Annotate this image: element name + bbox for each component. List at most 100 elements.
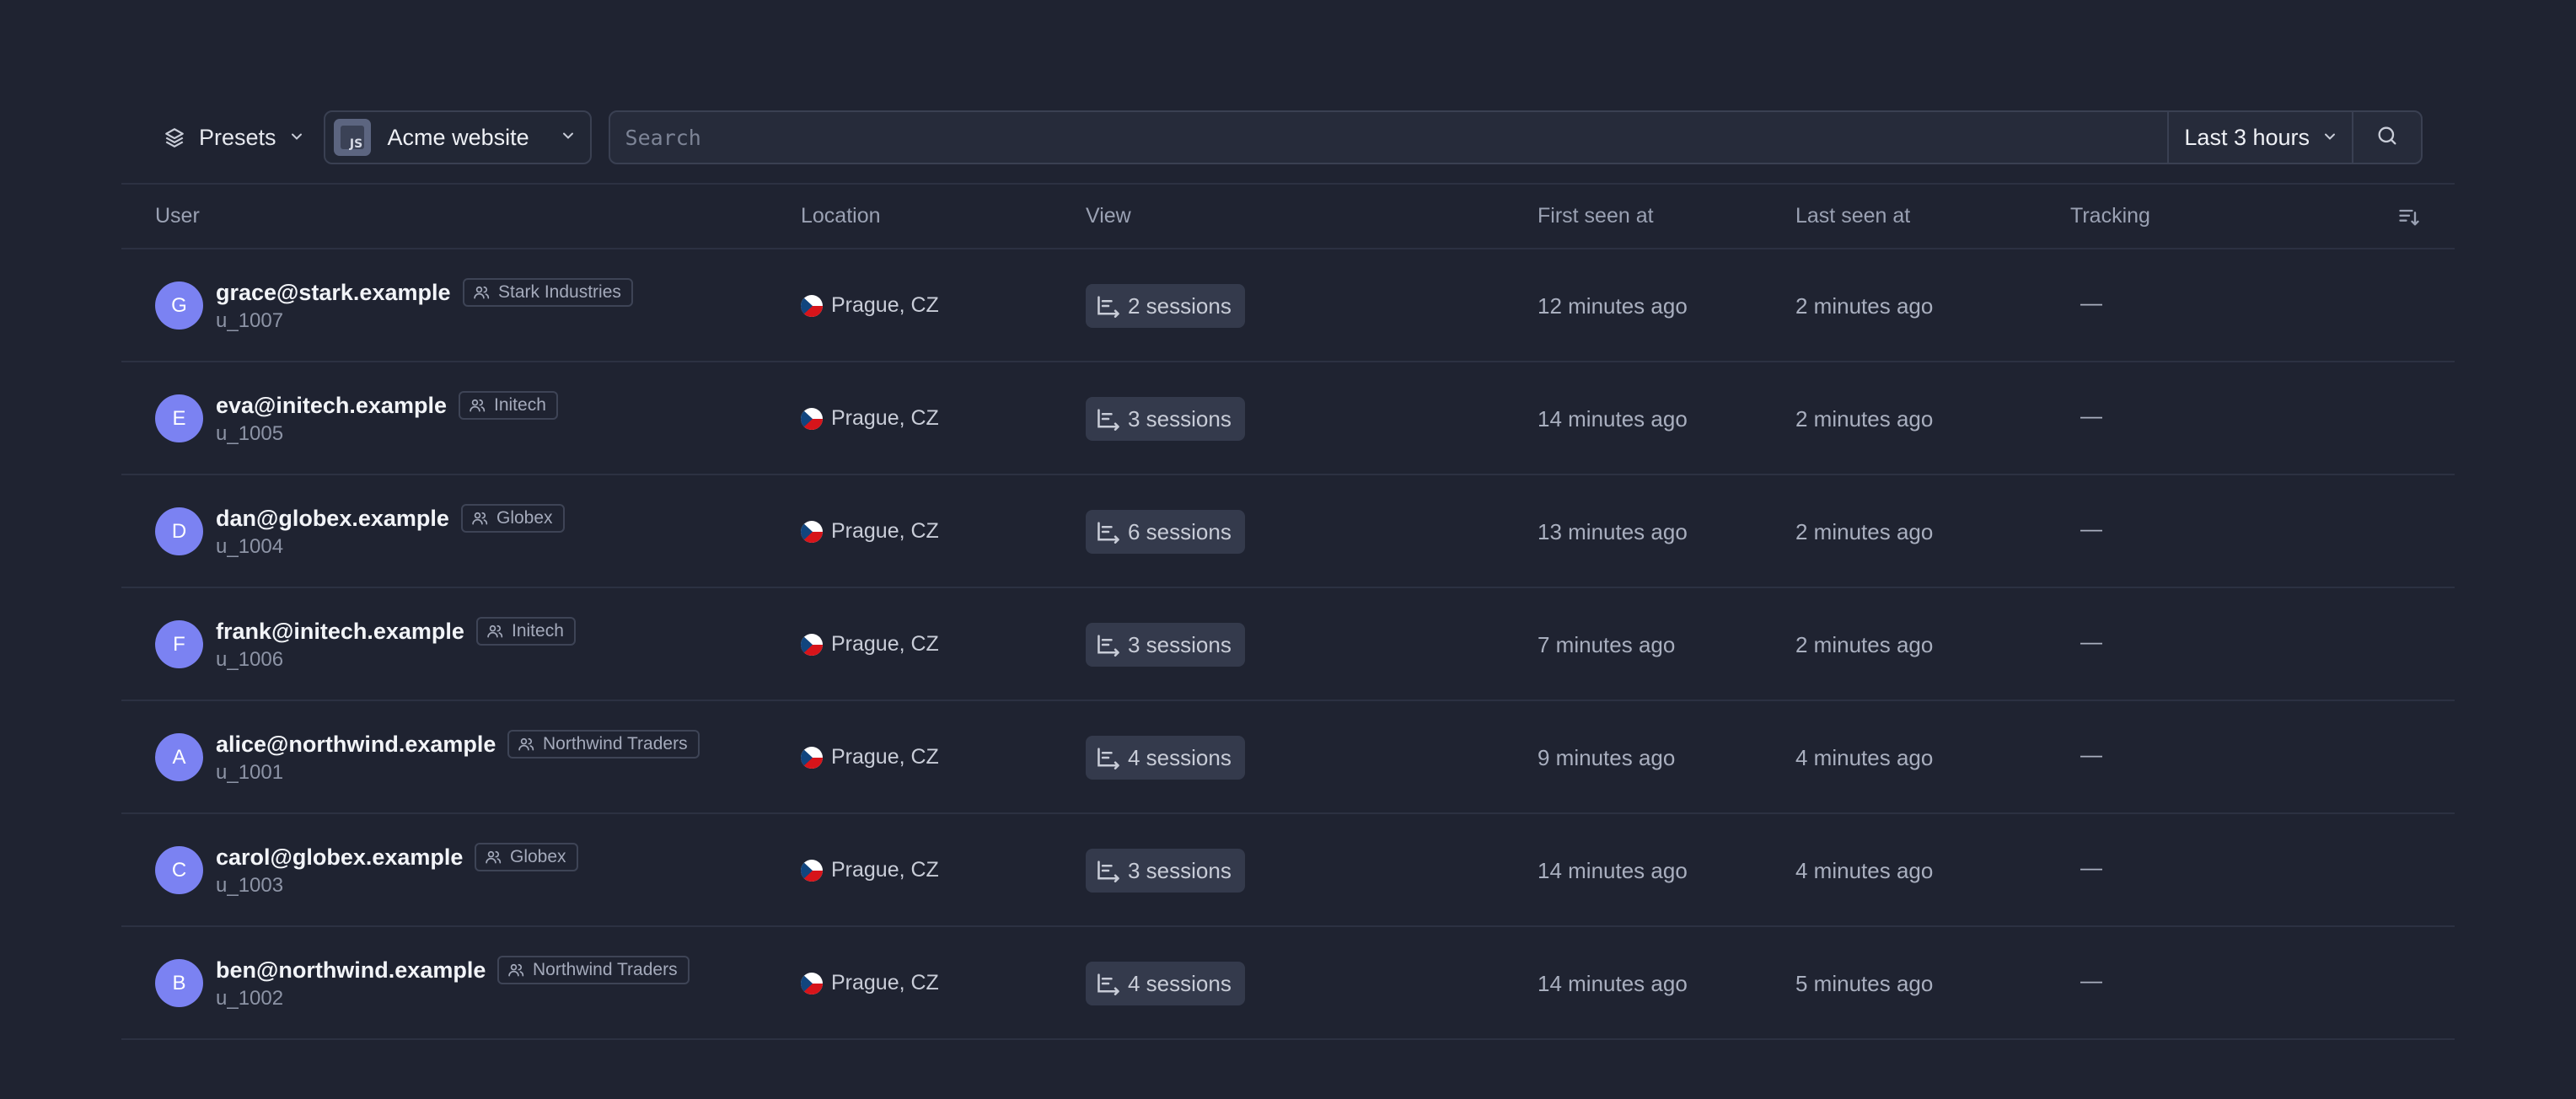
- sessions-count: 4 sessions: [1128, 744, 1232, 770]
- toolbar: Presets JS Acme website Last 3 hours: [152, 110, 2423, 165]
- sessions-icon: [1096, 407, 1121, 431]
- sessions-button[interactable]: 6 sessions: [1086, 510, 1245, 554]
- users-group-icon: [507, 962, 524, 978]
- sessions-icon: [1096, 972, 1121, 995]
- search-button[interactable]: [2352, 112, 2421, 163]
- sort-icon[interactable]: [2397, 205, 2421, 233]
- sessions-button[interactable]: 3 sessions: [1086, 623, 1245, 667]
- first-seen: 12 minutes ago: [1538, 293, 1688, 319]
- sessions-button[interactable]: 3 sessions: [1086, 849, 1245, 893]
- avatar: C: [155, 846, 203, 894]
- sessions-icon: [1096, 294, 1121, 318]
- table-row[interactable]: C carol@globex.example Globex u_1003 Pra…: [121, 814, 2455, 927]
- sessions-button[interactable]: 2 sessions: [1086, 284, 1245, 328]
- column-header-location[interactable]: Location: [801, 204, 881, 228]
- table-row[interactable]: A alice@northwind.example Northwind Trad…: [121, 701, 2455, 814]
- column-header-last-seen[interactable]: Last seen at: [1795, 204, 1910, 228]
- location-text: Prague, CZ: [831, 519, 939, 543]
- column-header-view[interactable]: View: [1086, 204, 1131, 228]
- sessions-button[interactable]: 4 sessions: [1086, 962, 1245, 1005]
- location-text: Prague, CZ: [831, 293, 939, 317]
- table-row[interactable]: F frank@initech.example Initech u_1006 P…: [121, 588, 2455, 701]
- column-header-user[interactable]: User: [155, 204, 200, 228]
- last-seen: 2 minutes ago: [1795, 632, 1934, 657]
- location-text: Prague, CZ: [831, 745, 939, 769]
- sessions-count: 3 sessions: [1128, 631, 1232, 657]
- user-id: u_1007: [216, 309, 284, 332]
- user-email[interactable]: ben@northwind.example: [216, 957, 486, 984]
- sessions-count: 6 sessions: [1128, 518, 1232, 544]
- user-id: u_1004: [216, 535, 284, 558]
- users-group-icon: [485, 849, 502, 866]
- tracking-value: —: [2080, 290, 2102, 315]
- organization-badge[interactable]: Globex: [475, 843, 578, 871]
- avatar-initial: C: [171, 858, 187, 882]
- user-email[interactable]: alice@northwind.example: [216, 732, 496, 758]
- avatar-initial: B: [172, 971, 186, 994]
- organization-badge[interactable]: Northwind Traders: [507, 730, 700, 759]
- user-email[interactable]: frank@initech.example: [216, 619, 464, 645]
- tracking-value: —: [2080, 742, 2102, 767]
- sessions-count: 4 sessions: [1128, 970, 1232, 996]
- location-text: Prague, CZ: [831, 858, 939, 882]
- organization-badge[interactable]: Stark Industries: [463, 278, 633, 307]
- avatar-initial: G: [171, 293, 187, 317]
- sessions-icon: [1096, 633, 1121, 657]
- project-logo-text: JS: [349, 137, 363, 151]
- avatar-initial: F: [173, 632, 185, 656]
- czech-flag-icon: [801, 633, 823, 656]
- user-email[interactable]: grace@stark.example: [216, 280, 451, 306]
- table-row[interactable]: E eva@initech.example Initech u_1005 Pra…: [121, 362, 2455, 475]
- last-seen: 4 minutes ago: [1795, 745, 1934, 770]
- user-id: u_1001: [216, 761, 284, 784]
- sessions-button[interactable]: 4 sessions: [1086, 736, 1245, 780]
- user-email[interactable]: dan@globex.example: [216, 506, 449, 532]
- location: Prague, CZ: [801, 519, 939, 544]
- first-seen: 14 minutes ago: [1538, 406, 1688, 432]
- organization-name: Initech: [512, 621, 564, 641]
- location-text: Prague, CZ: [831, 971, 939, 994]
- user-email[interactable]: carol@globex.example: [216, 844, 463, 871]
- column-header-first-seen[interactable]: First seen at: [1538, 204, 1654, 228]
- avatar: E: [155, 394, 203, 442]
- tracking-value: —: [2080, 968, 2102, 993]
- location: Prague, CZ: [801, 745, 939, 769]
- sessions-count: 2 sessions: [1128, 292, 1232, 319]
- sessions-button[interactable]: 3 sessions: [1086, 397, 1245, 441]
- chevron-down-icon: [2321, 125, 2338, 151]
- organization-badge[interactable]: Globex: [461, 504, 565, 533]
- users-group-icon: [473, 284, 490, 301]
- user-id: u_1006: [216, 648, 284, 671]
- location: Prague, CZ: [801, 632, 939, 657]
- location-text: Prague, CZ: [831, 632, 939, 656]
- organization-badge[interactable]: Initech: [459, 391, 558, 420]
- organization-name: Stark Industries: [498, 282, 621, 302]
- first-seen: 14 minutes ago: [1538, 858, 1688, 883]
- organization-name: Northwind Traders: [543, 734, 688, 753]
- user-email[interactable]: eva@initech.example: [216, 393, 447, 419]
- user-id: u_1002: [216, 987, 284, 1010]
- presets-label: Presets: [199, 124, 276, 150]
- sessions-count: 3 sessions: [1128, 857, 1232, 883]
- search-bar: Last 3 hours: [608, 110, 2423, 164]
- users-group-icon: [471, 510, 488, 527]
- column-header-tracking[interactable]: Tracking: [2070, 204, 2150, 228]
- czech-flag-icon: [801, 520, 823, 543]
- organization-badge[interactable]: Northwind Traders: [497, 956, 690, 984]
- last-seen: 2 minutes ago: [1795, 406, 1934, 432]
- avatar: B: [155, 959, 203, 1007]
- organization-badge[interactable]: Initech: [476, 617, 576, 646]
- table-row[interactable]: G grace@stark.example Stark Industries u…: [121, 249, 2455, 362]
- project-selector[interactable]: JS Acme website: [323, 110, 592, 164]
- last-seen: 2 minutes ago: [1795, 519, 1934, 544]
- table-row[interactable]: B ben@northwind.example Northwind Trader…: [121, 927, 2455, 1040]
- table-row[interactable]: D dan@globex.example Globex u_1004 Pragu…: [121, 475, 2455, 588]
- time-range-select[interactable]: Last 3 hours: [2167, 112, 2352, 163]
- location: Prague, CZ: [801, 971, 939, 995]
- avatar: F: [155, 620, 203, 668]
- tracking-value: —: [2080, 855, 2102, 880]
- users-group-icon: [469, 397, 486, 414]
- search-input[interactable]: [609, 112, 2168, 163]
- search-icon: [2375, 124, 2399, 152]
- presets-button[interactable]: Presets: [152, 110, 315, 164]
